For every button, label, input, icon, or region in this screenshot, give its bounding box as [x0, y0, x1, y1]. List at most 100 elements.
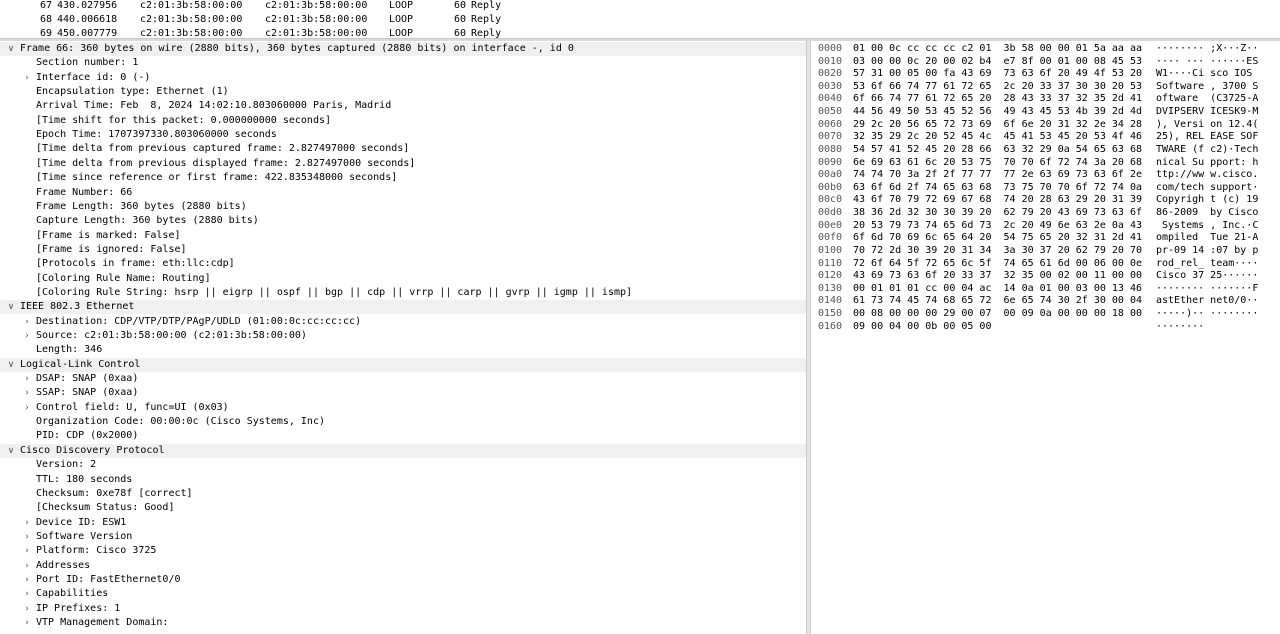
protocol-tree-item[interactable]: [Coloring Rule String: hsrp || eigrp || … — [0, 286, 806, 300]
protocol-tree-item[interactable]: PID: CDP (0x2000) — [0, 429, 806, 443]
pane-splitter-horizontal[interactable] — [0, 38, 1280, 41]
protocol-tree-item[interactable]: Section number: 1 — [0, 56, 806, 70]
hex-row[interactable]: 0000 01 00 0c cc cc cc c2 01 3b 58 00 00 … — [811, 43, 1280, 56]
protocol-tree-item[interactable]: [Coloring Rule Name: Routing] — [0, 272, 806, 286]
protocol-tree-item[interactable]: [Time shift for this packet: 0.000000000… — [0, 114, 806, 128]
protocol-tree-item[interactable]: › Interface id: 0 (-) — [0, 71, 806, 85]
chevron-right-icon[interactable]: › — [21, 573, 33, 587]
hex-row[interactable]: 0090 6e 69 63 61 6c 20 53 75 70 70 6f 72 … — [811, 157, 1280, 170]
chevron-right-icon[interactable]: › — [21, 602, 33, 616]
protocol-tree-item[interactable]: › Capabilities — [0, 587, 806, 601]
hex-row[interactable]: 0160 09 00 04 00 0b 00 05 00 ········ — [811, 321, 1280, 334]
hex-bytes: 70 72 2d 30 39 20 31 34 3a 30 37 20 62 7… — [853, 244, 1142, 256]
protocol-tree-item[interactable]: Frame Number: 66 — [0, 186, 806, 200]
protocol-tree-item[interactable]: Organization Code: 00:00:0c (Cisco Syste… — [0, 415, 806, 429]
hex-row[interactable]: 0120 43 69 73 63 6f 20 33 37 32 35 00 02 … — [811, 270, 1280, 283]
protocol-tree-item[interactable]: Checksum: 0xe78f [correct] — [0, 487, 806, 501]
chevron-right-icon[interactable]: › — [21, 372, 33, 386]
hex-row[interactable]: 00d0 38 36 2d 32 30 30 39 20 62 79 20 43 … — [811, 207, 1280, 220]
chevron-down-icon[interactable]: ∨ — [5, 42, 17, 56]
chevron-right-icon[interactable]: › — [21, 559, 33, 573]
hex-row[interactable]: 0060 29 2c 20 56 65 72 73 69 6f 6e 20 31 … — [811, 119, 1280, 132]
protocol-tree-header[interactable]: ∨ IEEE 802.3 Ethernet — [0, 300, 806, 315]
protocol-tree-item[interactable]: [Frame is marked: False] — [0, 229, 806, 243]
chevron-right-icon[interactable]: › — [21, 71, 33, 85]
ascii-bytes: ·····)·· ········ — [1156, 308, 1259, 320]
chevron-right-icon[interactable]: › — [21, 530, 33, 544]
packet-cell-src: c2:01:3b:58:00:00 — [140, 0, 243, 11]
protocol-tree-item[interactable]: Encapsulation type: Ethernet (1) — [0, 85, 806, 99]
tree-item-label: Encapsulation type: Ethernet (1) — [36, 86, 229, 98]
protocol-tree-item[interactable]: Epoch Time: 1707397330.803060000 seconds — [0, 128, 806, 142]
hex-row[interactable]: 00a0 74 74 70 3a 2f 2f 77 77 77 2e 63 69 … — [811, 169, 1280, 182]
protocol-tree-item[interactable]: [Time delta from previous captured frame… — [0, 142, 806, 156]
chevron-right-icon[interactable]: › — [21, 386, 33, 400]
protocol-tree-item[interactable]: › Addresses — [0, 559, 806, 573]
hex-row[interactable]: 0040 6f 66 74 77 61 72 65 20 28 43 33 37 … — [811, 93, 1280, 106]
protocol-tree-item[interactable]: [Frame is ignored: False] — [0, 243, 806, 257]
protocol-tree-item[interactable]: [Checksum Status: Good] — [0, 501, 806, 515]
packet-details-pane[interactable]: ∨ Frame 66: 360 bytes on wire (2880 bits)… — [0, 42, 806, 634]
hex-row[interactable]: 0030 53 6f 66 74 77 61 72 65 2c 20 33 37 … — [811, 81, 1280, 94]
protocol-tree-item[interactable]: › Source: c2:01:3b:58:00:00 (c2:01:3b:58:… — [0, 329, 806, 343]
protocol-tree-item[interactable]: Arrival Time: Feb 8, 2024 14:02:10.80306… — [0, 99, 806, 113]
protocol-tree-item[interactable]: › IP Prefixes: 1 — [0, 602, 806, 616]
packet-list[interactable]: 67 430.027956 c2:01:3b:58:00:00 c2:01:3b:58… — [0, 0, 1280, 38]
hex-row[interactable]: 0110 72 6f 64 5f 72 65 6c 5f 74 65 61 6d … — [811, 258, 1280, 271]
protocol-tree-item[interactable]: › SSAP: SNAP (0xaa) — [0, 386, 806, 400]
chevron-right-icon[interactable]: › — [21, 401, 33, 415]
packet-row[interactable]: 69 450.007779 c2:01:3b:58:00:00 c2:01:3b:58… — [0, 27, 1280, 38]
protocol-tree-item[interactable]: › DSAP: SNAP (0xaa) — [0, 372, 806, 386]
protocol-tree-header[interactable]: ∨ Cisco Discovery Protocol — [0, 443, 806, 458]
packet-row[interactable]: 67 430.027956 c2:01:3b:58:00:00 c2:01:3b:58… — [0, 0, 1280, 13]
tree-item-label: Control field: U, func=UI (0x03) — [36, 401, 229, 413]
protocol-tree-item[interactable]: › Control field: U, func=UI (0x03) — [0, 401, 806, 415]
hex-row[interactable]: 0010 03 00 00 0c 20 00 02 b4 e7 8f 00 01 … — [811, 56, 1280, 69]
protocol-tree-item[interactable]: › VTP Management Domain: — [0, 616, 806, 630]
chevron-right-icon[interactable]: › — [21, 516, 33, 530]
tree-item-label: Cisco Discovery Protocol — [20, 444, 165, 456]
protocol-tree-item[interactable]: Length: 346 — [0, 343, 806, 357]
protocol-tree-item[interactable]: › Port ID: FastEthernet0/0 — [0, 573, 806, 587]
protocol-tree-item[interactable]: › Platform: Cisco 3725 — [0, 544, 806, 558]
chevron-right-icon[interactable]: › — [21, 587, 33, 601]
hex-offset: 00b0 — [818, 181, 843, 193]
hex-bytes: 38 36 2d 32 30 30 39 20 62 79 20 43 69 7… — [853, 207, 1142, 219]
hex-row[interactable]: 0050 44 56 49 50 53 45 52 56 49 43 45 53 … — [811, 106, 1280, 119]
hex-row[interactable]: 0130 00 01 01 01 cc 00 04 ac 14 0a 01 00 … — [811, 283, 1280, 296]
protocol-tree-item[interactable]: Capture Length: 360 bytes (2880 bits) — [0, 214, 806, 228]
ascii-bytes: Software , 3700 S — [1156, 80, 1259, 92]
protocol-tree-item[interactable]: Version: 2 — [0, 458, 806, 472]
protocol-tree-header[interactable]: ∨ Logical-Link Control — [0, 357, 806, 372]
protocol-tree-item[interactable]: [Protocols in frame: eth:llc:cdp] — [0, 257, 806, 271]
ascii-bytes: ompiled Tue 21-A — [1156, 232, 1259, 244]
hex-row[interactable]: 00f0 6f 6d 70 69 6c 65 64 20 54 75 65 20 … — [811, 232, 1280, 245]
hex-offset: 0140 — [818, 295, 843, 307]
packet-row[interactable]: 68 440.006618 c2:01:3b:58:00:00 c2:01:3b:58… — [0, 13, 1280, 27]
protocol-tree-item[interactable]: Frame Length: 360 bytes (2880 bits) — [0, 200, 806, 214]
hex-row[interactable]: 0080 54 57 41 52 45 20 28 66 63 32 29 0a … — [811, 144, 1280, 157]
hex-row[interactable]: 00e0 20 53 79 73 74 65 6d 73 2c 20 49 6e … — [811, 220, 1280, 233]
hex-row[interactable]: 0070 32 35 29 2c 20 52 45 4c 45 41 53 45 … — [811, 131, 1280, 144]
protocol-tree-item[interactable]: › Destination: CDP/VTP/DTP/PAgP/UDLD (01:… — [0, 315, 806, 329]
chevron-down-icon[interactable]: ∨ — [5, 444, 17, 458]
hex-row[interactable]: 0150 00 08 00 00 00 29 00 07 00 09 0a 00 … — [811, 308, 1280, 321]
chevron-down-icon[interactable]: ∨ — [5, 358, 17, 372]
hex-row[interactable]: 00b0 63 6f 6d 2f 74 65 63 68 73 75 70 70 … — [811, 182, 1280, 195]
hex-row[interactable]: 0020 57 31 00 05 00 fa 43 69 73 63 6f 20 … — [811, 68, 1280, 81]
protocol-tree-item[interactable]: › Device ID: ESW1 — [0, 516, 806, 530]
protocol-tree-header[interactable]: ∨ Frame 66: 360 bytes on wire (2880 bits)… — [0, 42, 806, 56]
protocol-tree-item[interactable]: [Time since reference or first frame: 42… — [0, 171, 806, 185]
chevron-right-icon[interactable]: › — [21, 544, 33, 558]
chevron-down-icon[interactable]: ∨ — [5, 300, 17, 314]
packet-bytes-pane[interactable]: 0000 01 00 0c cc cc cc c2 01 3b 58 00 00 … — [811, 42, 1280, 634]
chevron-right-icon[interactable]: › — [21, 315, 33, 329]
protocol-tree-item[interactable]: › Software Version — [0, 530, 806, 544]
chevron-right-icon[interactable]: › — [21, 616, 33, 630]
protocol-tree-item[interactable]: [Time delta from previous displayed fram… — [0, 157, 806, 171]
hex-row[interactable]: 0100 70 72 2d 30 39 20 31 34 3a 30 37 20 … — [811, 245, 1280, 258]
chevron-right-icon[interactable]: › — [21, 329, 33, 343]
hex-row[interactable]: 0140 61 73 74 45 74 68 65 72 6e 65 74 30 … — [811, 295, 1280, 308]
protocol-tree-item[interactable]: TTL: 180 seconds — [0, 473, 806, 487]
hex-row[interactable]: 00c0 43 6f 70 79 72 69 67 68 74 20 28 63 … — [811, 194, 1280, 207]
